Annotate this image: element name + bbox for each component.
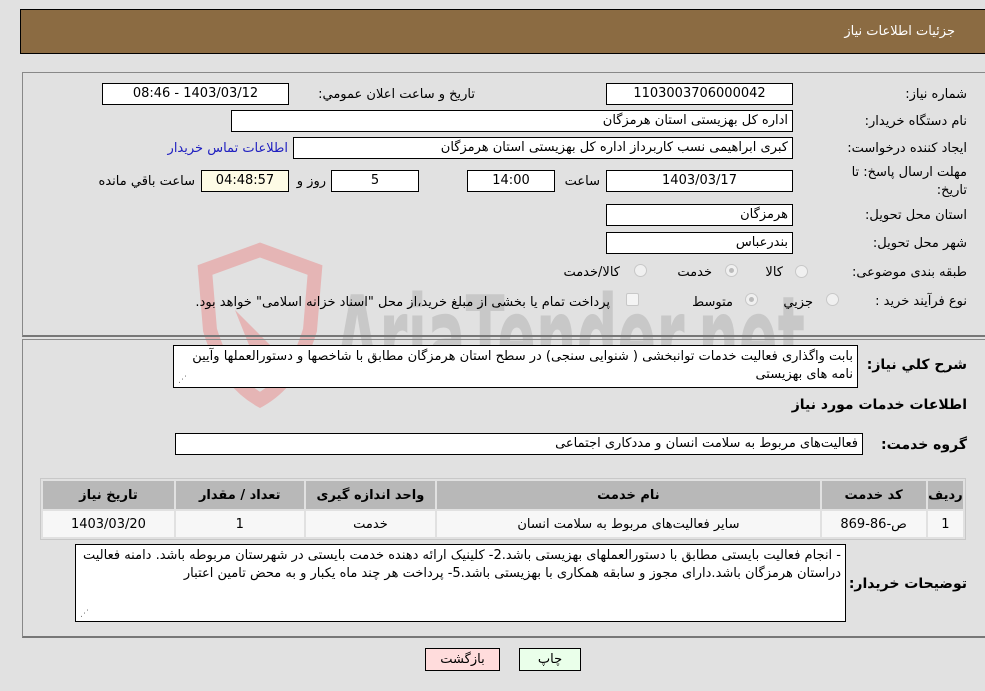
deadline-label-date: تاریخ:	[936, 183, 967, 198]
treasury-payment-note: پرداخت تمام یا بخشی از مبلغ خرید،از محل …	[195, 295, 610, 310]
city-label: شهر محل تحویل:	[872, 236, 967, 251]
cell-service-code: ص-86-869	[821, 511, 926, 537]
category-service-radio[interactable]	[725, 264, 738, 277]
remaining-time-field: 04:48:57	[201, 170, 289, 192]
category-goods-radio[interactable]	[795, 265, 808, 278]
col-header-row-number: رديف	[927, 481, 963, 509]
need-number-label: شماره نیاز:	[905, 87, 967, 102]
back-button[interactable]: بازگشت	[425, 648, 500, 671]
page-title: جزئیات اطلاعات نیاز	[844, 24, 955, 39]
process-medium-radio[interactable]	[745, 293, 758, 306]
category-goods-service-label: کالا/خدمت	[563, 265, 620, 280]
buyer-notes-label: توضيحات خريدار:	[848, 576, 967, 592]
page-header: جزئیات اطلاعات نیاز	[20, 9, 985, 54]
province-field[interactable]: هرمزگان	[606, 204, 793, 226]
services-section-title: اطلاعات خدمات مورد نياز	[791, 397, 967, 413]
announce-date-field[interactable]: 1403/03/12 - 08:46	[102, 83, 289, 105]
days-remaining-field[interactable]: 5	[331, 170, 419, 192]
buyer-org-field[interactable]: اداره کل بهزیستی استان هرمزگان	[231, 110, 793, 132]
category-label: طبقه بندی موضوعی:	[851, 265, 967, 280]
process-type-label: نوع فرآیند خرید :	[875, 294, 967, 309]
description-textarea[interactable]: بابت واگذاری فعالیت خدمات توانبخشی ( شنو…	[173, 345, 858, 388]
buyer-notes-textarea[interactable]: - انجام فعالیت بایستی مطابق با دستورالعم…	[75, 544, 846, 622]
deadline-label: مهلت ارسال پاسخ: تا	[851, 165, 967, 180]
remaining-time-label: ساعت باقي مانده	[98, 174, 195, 189]
description-label: شرح كلي نياز:	[866, 357, 967, 373]
province-label: استان محل تحویل:	[865, 208, 967, 223]
col-header-service-name: نام خدمت	[437, 481, 820, 509]
announce-date-label: تاریخ و ساعت اعلان عمومي:	[318, 87, 475, 102]
col-header-need-date: تاریخ نياز	[43, 481, 174, 509]
treasury-payment-checkbox[interactable]	[626, 293, 639, 306]
resize-grip-icon[interactable]: ⋰	[79, 609, 89, 619]
process-minor-radio[interactable]	[826, 293, 839, 306]
services-table: رديف کد خدمت نام خدمت واحد اندازه گيری ت…	[40, 478, 966, 540]
print-button[interactable]: چاپ	[519, 648, 581, 671]
creator-field[interactable]: کبری ابراهیمی نسب کاربرداز اداره کل بهزی…	[293, 137, 793, 159]
col-header-service-code: کد خدمت	[821, 481, 926, 509]
creator-label: ایجاد کننده درخواست:	[847, 141, 967, 156]
deadline-date-field[interactable]: 1403/03/17	[606, 170, 793, 192]
service-group-field[interactable]: فعالیت‌های مربوط به سلامت انسان و مددکار…	[175, 433, 863, 455]
buyer-contact-link[interactable]: اطلاعات تماس خریدار	[168, 141, 288, 156]
category-service-label: خدمت	[677, 265, 712, 280]
service-group-label: گروه خدمت:	[881, 437, 967, 453]
buyer-org-label: نام دستگاه خريدار:	[864, 114, 967, 129]
need-number-field[interactable]: 1103003706000042	[606, 83, 793, 105]
deadline-time-field[interactable]: 14:00	[467, 170, 555, 192]
cell-service-name: سایر فعالیت‌های مربوط به سلامت انسان	[437, 511, 820, 537]
resize-grip-icon[interactable]: ⋰	[177, 375, 187, 385]
cell-row-number: 1	[927, 511, 963, 537]
col-header-quantity: تعداد / مقدار	[175, 481, 304, 509]
city-field[interactable]: بندرعباس	[606, 232, 793, 254]
table-header-row: رديف کد خدمت نام خدمت واحد اندازه گيری ت…	[43, 481, 963, 509]
days-label: روز و	[296, 174, 326, 189]
process-minor-label: جزيي	[783, 295, 813, 310]
deadline-time-label: ساعت	[564, 174, 600, 189]
category-goods-service-radio[interactable]	[634, 264, 647, 277]
process-medium-label: متوسط	[692, 295, 733, 310]
cell-unit: خدمت	[305, 511, 436, 537]
description-text: بابت واگذاری فعالیت خدمات توانبخشی ( شنو…	[192, 349, 853, 382]
cell-need-date: 1403/03/20	[43, 511, 174, 537]
buyer-notes-text: - انجام فعالیت بایستی مطابق با دستورالعم…	[82, 548, 841, 581]
col-header-unit: واحد اندازه گيری	[305, 481, 436, 509]
category-goods-label: کالا	[765, 265, 783, 280]
cell-quantity: 1	[175, 511, 304, 537]
table-row: 1 ص-86-869 سایر فعالیت‌های مربوط به سلام…	[43, 511, 963, 537]
